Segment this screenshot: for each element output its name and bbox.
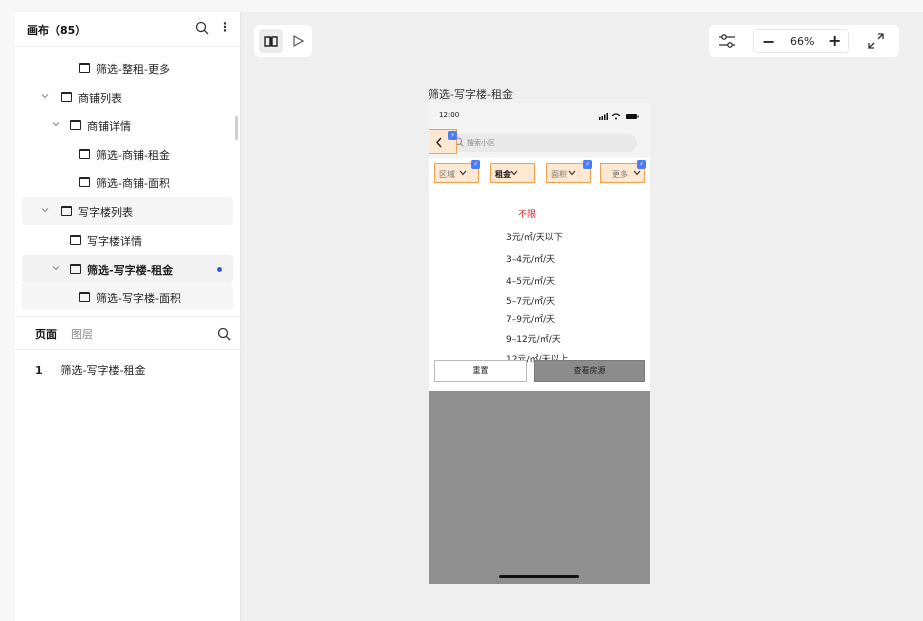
- status-time: 12:00: [439, 111, 460, 119]
- frame-label[interactable]: 筛选-写字楼-租金: [428, 86, 513, 102]
- page-name: 筛选-写字楼-租金: [60, 364, 146, 377]
- home-indicator: [499, 575, 579, 578]
- dim-overlay[interactable]: [429, 391, 650, 584]
- back-button[interactable]: ⚡: [429, 129, 457, 154]
- interaction-badge-icon: ⚡: [583, 160, 592, 169]
- interaction-badge-icon: ⚡: [448, 131, 457, 140]
- interaction-badge-icon: ⚡: [471, 160, 480, 169]
- search-field[interactable]: 搜索小区: [451, 134, 637, 152]
- chevron-down-icon: [568, 170, 576, 176]
- tree-item-label: 商铺详情: [87, 120, 131, 133]
- view-listings-button[interactable]: 查看房源: [534, 360, 645, 382]
- reset-button[interactable]: 重置: [434, 360, 527, 382]
- rent-option-selected[interactable]: 不限: [518, 207, 536, 220]
- filter-label: 更多: [612, 170, 628, 179]
- tab-pages[interactable]: 页面: [35, 326, 57, 342]
- tree-item[interactable]: 商铺详情: [22, 111, 233, 139]
- tree-item-label: 写字楼详情: [87, 235, 142, 248]
- chevron-down-icon[interactable]: [52, 264, 60, 272]
- search-bar-row: 搜索小区 ⚡: [429, 129, 650, 158]
- rent-option[interactable]: 9–12元/㎡/天: [506, 332, 561, 345]
- zoom-toolbar: − 66% +: [709, 25, 899, 57]
- page-icon: [70, 235, 81, 245]
- page-number: 1: [35, 364, 43, 377]
- page-list-item[interactable]: 1 筛选-写字楼-租金: [35, 362, 145, 378]
- tree-item-label: 筛选-商铺-面积: [96, 177, 170, 190]
- page-icon: [61, 206, 72, 216]
- page-icon: [70, 120, 81, 130]
- app-window: 画布（85） ⋮ 筛选-整租-更多 商铺列表 商铺详情 筛选-商铺-租金 筛选-…: [15, 12, 923, 621]
- tree-item-label: 筛选-写字楼-租金: [87, 264, 174, 277]
- search-placeholder: 搜索小区: [467, 139, 495, 147]
- filter-label: 区域: [439, 170, 455, 179]
- tree-item-label: 筛选-商铺-租金: [96, 149, 170, 162]
- sliders-icon[interactable]: [717, 31, 737, 51]
- chevron-down-icon: [633, 170, 641, 176]
- tree-scrollbar[interactable]: [235, 116, 238, 140]
- rent-option[interactable]: 3元/㎡/天以下: [506, 230, 563, 243]
- page-icon: [70, 264, 81, 274]
- book-icon: [264, 36, 278, 47]
- sidebar: 画布（85） ⋮ 筛选-整租-更多 商铺列表 商铺详情 筛选-商铺-租金 筛选-…: [15, 12, 241, 621]
- page-icon: [79, 177, 90, 187]
- tree-item-label: 筛选-写字楼-面积: [96, 292, 181, 305]
- fullscreen-icon[interactable]: [867, 32, 885, 50]
- tree-item[interactable]: 筛选-商铺-面积: [22, 168, 233, 196]
- page-icon: [79, 292, 90, 302]
- status-bar: 12:00: [429, 103, 650, 129]
- filter-more[interactable]: 更多 ⚡: [600, 160, 646, 183]
- rent-option[interactable]: 4–5元/㎡/天: [506, 274, 555, 287]
- filter-size[interactable]: 面积 ⚡: [546, 160, 592, 183]
- tree-item[interactable]: 筛选-写字楼-面积: [22, 283, 233, 310]
- filter-bar: 区域 ⚡ 租金 面积 ⚡ 更多 ⚡: [429, 158, 650, 200]
- interaction-badge-icon: ⚡: [637, 160, 646, 169]
- more-options-icon[interactable]: ⋮: [219, 20, 231, 36]
- tree-item[interactable]: 写字楼详情: [22, 226, 233, 254]
- page-icon: [79, 149, 90, 159]
- divider: [15, 46, 241, 47]
- rent-option[interactable]: 3–4元/㎡/天: [506, 252, 555, 265]
- tree-item[interactable]: 商铺列表: [22, 83, 233, 111]
- pages-panel-header: 页面 图层: [15, 316, 241, 350]
- sidebar-header: 画布（85） ⋮: [15, 12, 241, 46]
- tree-item[interactable]: 写字楼列表: [22, 197, 233, 225]
- search-icon[interactable]: [195, 21, 209, 35]
- chevron-down-icon: [510, 170, 518, 176]
- search-icon[interactable]: [217, 327, 231, 341]
- rent-option[interactable]: 5–7元/㎡/天: [506, 294, 555, 307]
- chevron-down-icon[interactable]: [52, 120, 60, 128]
- phone-frame[interactable]: 12:00 搜索小区 ⚡ 区域 ⚡ 租金 面积 ⚡ 更多 ⚡ 不限 3元/㎡/天…: [429, 103, 650, 584]
- canvas-title: 画布（85）: [27, 24, 87, 37]
- tree-item-label: 商铺列表: [78, 92, 122, 105]
- chevron-down-icon[interactable]: [41, 92, 49, 100]
- tree-item[interactable]: 筛选-商铺-租金: [22, 140, 233, 168]
- zoom-in-button[interactable]: +: [828, 31, 841, 50]
- play-icon[interactable]: [288, 29, 308, 53]
- rent-option[interactable]: 7–9元/㎡/天: [506, 312, 555, 325]
- book-button[interactable]: [259, 29, 283, 53]
- page-icon: [79, 63, 90, 73]
- status-icons: [599, 113, 639, 120]
- tree-item[interactable]: 筛选-整租-更多: [22, 54, 233, 82]
- tree-item-label: 写字楼列表: [78, 206, 133, 219]
- chevron-down-icon[interactable]: [41, 206, 49, 214]
- tab-layers[interactable]: 图层: [71, 326, 93, 342]
- filter-label: 面积: [551, 170, 567, 179]
- zoom-control: − 66% +: [753, 29, 849, 53]
- filter-label: 租金: [495, 170, 511, 179]
- chevron-down-icon: [459, 170, 467, 176]
- zoom-out-button[interactable]: −: [762, 32, 775, 51]
- page-tree: 筛选-整租-更多 商铺列表 商铺详情 筛选-商铺-租金 筛选-商铺-面积 写字楼…: [15, 54, 241, 310]
- tree-item-label: 筛选-整租-更多: [96, 63, 170, 76]
- page-icon: [61, 92, 72, 102]
- current-page-dot: [217, 267, 222, 272]
- filter-rent[interactable]: 租金: [490, 163, 535, 183]
- filter-area[interactable]: 区域 ⚡: [434, 160, 480, 183]
- zoom-level: 66%: [790, 35, 815, 48]
- view-toolbar: [254, 25, 312, 57]
- tree-item-selected[interactable]: 筛选-写字楼-租金: [22, 255, 233, 283]
